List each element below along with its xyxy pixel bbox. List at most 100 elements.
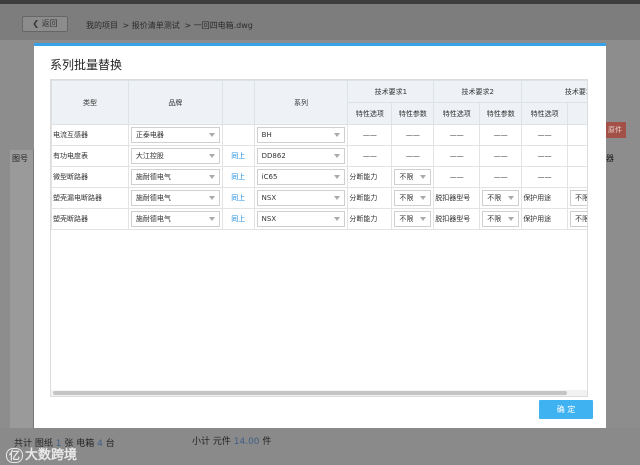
same-as-above-link[interactable] (221, 124, 255, 146)
tech1-param: —— (391, 124, 435, 146)
brand-select[interactable]: 施耐德电气 (130, 190, 220, 206)
chevron-down-icon (420, 175, 427, 179)
table-scroll-area[interactable]: 类型 品牌 系列 技术要求1 技术要求2 技术要求3 特性选项 特性参数 特性选… (51, 80, 588, 396)
tech3-param-value: 不限 (575, 194, 588, 202)
brand-select[interactable]: 施耐德电气 (130, 211, 220, 227)
series-select[interactable]: DD862 (256, 148, 346, 164)
tech3-option: 保护用途 (521, 208, 569, 230)
series-table-container: 类型 品牌 系列 技术要求1 技术要求2 技术要求3 特性选项 特性参数 特性选… (50, 79, 588, 397)
brand-value: 施耐德电气 (135, 215, 171, 223)
batch-replace-dialog: 系列批量替换 类型 品牌 系列 技术要求1 技术要求2 技术要 特性选项 特性参… (34, 43, 606, 428)
chevron-down-icon (420, 217, 427, 221)
brand-value: 大江控股 (135, 152, 164, 160)
brand-value: 施耐德电气 (135, 194, 171, 202)
tech3-param: — (567, 124, 587, 146)
tech1-param-select[interactable]: 不限 (394, 169, 432, 185)
tech2-param-cell: 不限 (479, 187, 523, 209)
table-row: 塑壳断路器 施耐德电气 同上 NSX 分断能力 不限 脱扣器型号 不限 保护用途 不限 (51, 208, 588, 230)
type-cell: 有功电度表 (51, 145, 129, 167)
tech1-option: —— (347, 145, 393, 167)
same-as-above-link[interactable]: 同上 (221, 208, 255, 230)
breadcrumb-item[interactable]: 我的项目 (86, 21, 118, 30)
brand-cell: 正泰电器 (127, 124, 223, 146)
subtotal-value: 14.00 (233, 437, 260, 447)
back-button[interactable]: ❮ 返回 (22, 16, 68, 32)
tech3-param-cell: 不限 (567, 187, 588, 209)
tech1-param-select[interactable]: 不限 (394, 190, 432, 206)
summary-box-count: 4 (97, 439, 103, 449)
chevron-down-icon (208, 133, 215, 137)
tech2-param-cell: 不限 (479, 208, 523, 230)
brand-cell: 施耐德电气 (127, 208, 223, 230)
tech2-param: —— (479, 166, 523, 188)
table-row: 有功电度表大江控股同上DD862——————————— (51, 145, 587, 167)
summary-suffix: 台 (105, 439, 115, 449)
brand-select[interactable]: 施耐德电气 (130, 169, 220, 185)
same-as-above-link[interactable]: 同上 (221, 145, 255, 167)
series-cell: BH (253, 124, 349, 146)
series-value: DD862 (261, 152, 286, 160)
brand-value: 施耐德电气 (135, 173, 171, 181)
watermark-logo-icon: 亿 (6, 448, 23, 463)
breadcrumb-item: > 一回四电箱.dwg (184, 21, 253, 30)
chevron-down-icon (208, 175, 215, 179)
tech3-option: 保护用途 (521, 187, 569, 209)
scrollbar-thumb[interactable] (53, 391, 567, 395)
series-cell: DD862 (253, 145, 349, 167)
chevron-down-icon (334, 217, 341, 221)
confirm-button[interactable]: 确 定 (539, 400, 593, 419)
breadcrumb-item[interactable]: > 报价清单测试 (123, 21, 180, 30)
brand-value: 正泰电器 (135, 131, 164, 139)
col-header-option: 特性选项 (347, 102, 393, 125)
tech1-option: 分断能力 (347, 208, 393, 230)
tech1-param-cell: 不限 (391, 166, 435, 188)
back-button-label: 返回 (41, 19, 58, 28)
breadcrumb: 我的项目 > 报价清单测试 > 一回四电箱.dwg (86, 20, 255, 31)
series-select[interactable]: NSX (256, 211, 346, 227)
col-header-param: 特性参数 (391, 102, 435, 125)
series-select[interactable]: BH (256, 127, 346, 143)
brand-select[interactable]: 大江控股 (130, 148, 220, 164)
same-as-above-link[interactable]: 同上 (221, 166, 255, 188)
tech3-param-select[interactable]: 不限 (570, 190, 588, 206)
subtotal-suffix: 件 (262, 437, 272, 447)
tech3-param: — (567, 166, 587, 188)
tech2-option: —— (433, 124, 481, 146)
tech2-param: —— (479, 145, 523, 167)
tech1-param-value: 不限 (399, 173, 414, 181)
brand-select[interactable]: 正泰电器 (130, 127, 220, 143)
series-select[interactable]: NSX (256, 190, 346, 206)
same-as-above-link[interactable]: 同上 (221, 187, 255, 209)
tech2-param-select[interactable]: 不限 (482, 190, 520, 206)
series-value: NSX (261, 215, 277, 223)
col-header-tech1: 技术要求1 (347, 80, 435, 103)
chevron-down-icon (334, 154, 341, 158)
tech1-option: 分断能力 (347, 187, 393, 209)
tech3-option: —— (521, 145, 569, 167)
chevron-down-icon (334, 175, 341, 179)
horizontal-scrollbar[interactable] (51, 390, 587, 396)
brand-cell: 大江控股 (127, 145, 223, 167)
tech2-param-select[interactable]: 不限 (482, 211, 520, 227)
chevron-down-icon (334, 196, 341, 200)
chevron-down-icon (334, 133, 341, 137)
tech3-param-select[interactable]: 不限 (570, 211, 588, 227)
col-header-param: 特性参数 (479, 102, 523, 125)
col-header-series: 系列 (253, 80, 349, 125)
chevron-down-icon (208, 196, 215, 200)
col-header-param: 特性参数 (567, 102, 587, 125)
watermark: 亿大数跨境 (6, 444, 77, 463)
tech1-option: 分断能力 (347, 166, 393, 188)
tech1-param-select[interactable]: 不限 (394, 211, 432, 227)
type-cell: 电流互感器 (51, 124, 129, 146)
series-select[interactable]: iC65 (256, 169, 346, 185)
chevron-down-icon (208, 154, 215, 158)
background-action-button[interactable]: 原件 (604, 122, 626, 138)
tech3-param-value: 不限 (575, 215, 588, 223)
type-cell: 微型断路器 (51, 166, 129, 188)
series-cell: iC65 (253, 166, 349, 188)
tech2-option: 脱扣器型号 (433, 187, 481, 209)
drawing-number-header: 图号 (12, 154, 28, 163)
tech3-option: —— (521, 166, 569, 188)
tech1-option: —— (347, 124, 393, 146)
